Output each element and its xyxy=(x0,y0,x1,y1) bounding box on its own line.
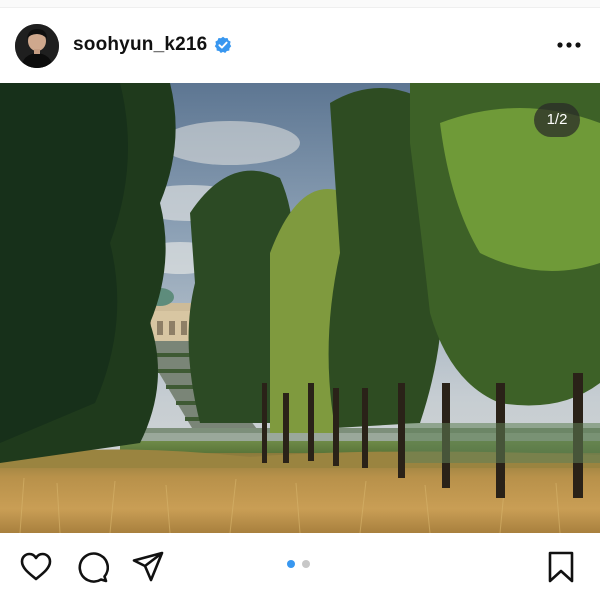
paper-plane-icon[interactable] xyxy=(131,550,165,584)
verified-badge-icon xyxy=(214,36,232,53)
image-counter: 1/2 xyxy=(534,103,580,137)
username[interactable]: soohyun_k216 xyxy=(73,34,207,56)
bookmark-icon[interactable] xyxy=(544,550,578,584)
action-bar xyxy=(0,533,600,593)
top-divider xyxy=(0,0,600,8)
comment-icon[interactable] xyxy=(75,550,109,584)
post-photo[interactable] xyxy=(0,83,600,533)
carousel-dot-active xyxy=(287,560,295,568)
carousel-dots xyxy=(287,560,317,570)
heart-icon[interactable] xyxy=(19,550,53,584)
post-header: soohyun_k216 xyxy=(0,8,600,83)
avatar[interactable] xyxy=(15,24,59,68)
avatar-image xyxy=(15,24,59,68)
instagram-post: soohyun_k216 1/2 xyxy=(0,0,600,593)
carousel-dot xyxy=(302,560,310,568)
park-landscape-image xyxy=(0,83,600,533)
more-options-icon[interactable] xyxy=(556,35,582,55)
